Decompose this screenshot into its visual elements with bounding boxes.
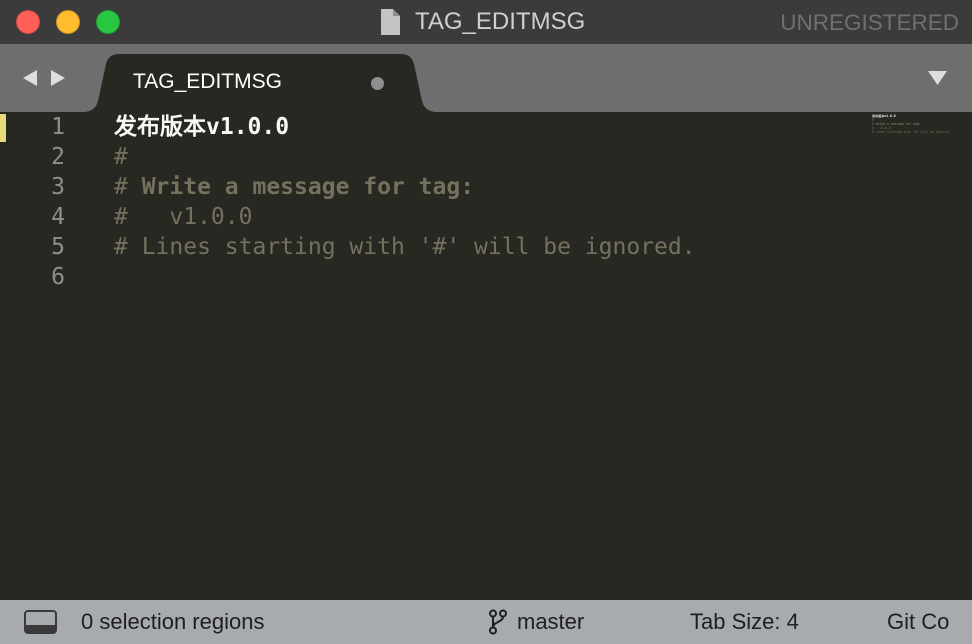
code-line[interactable]: # Lines starting with '#' will be ignore… xyxy=(114,232,696,262)
dot-icon[interactable] xyxy=(371,77,384,90)
code-line[interactable]: # v1.0.0 xyxy=(114,202,696,232)
minimap-code-token: 发布版本v1.0.0 xyxy=(872,114,896,118)
line-number: 1 xyxy=(51,114,65,140)
editor[interactable]: 1 2 3 4 5 6 发布版本v1.0.0 # # Write a messa… xyxy=(0,112,972,600)
minimap[interactable]: 发布版本v1.0.0 # # Write a message for tag: … xyxy=(872,114,960,140)
line-number: 2 xyxy=(51,144,65,170)
code-token: Write a message for tag: xyxy=(141,174,475,200)
line-number: 6 xyxy=(51,264,65,290)
tab-bar: TAG_EDITMSG xyxy=(0,44,972,112)
status-bar: 0 selection regions master Tab Size: 4 G… xyxy=(0,600,972,644)
minimap-code-line xyxy=(872,134,951,138)
tab-size-status[interactable]: Tab Size: 4 xyxy=(690,600,799,644)
git-branch-icon[interactable] xyxy=(487,609,509,635)
minimize-button[interactable] xyxy=(56,10,80,34)
panel-icon[interactable] xyxy=(24,610,57,634)
code-line[interactable]: 发布版本v1.0.0 xyxy=(114,112,696,142)
close-button[interactable] xyxy=(16,10,40,34)
gutter[interactable]: 1 2 3 4 5 6 xyxy=(0,112,65,292)
tab-tag-editmsg[interactable]: TAG_EDITMSG xyxy=(82,54,438,112)
tab-label: TAG_EDITMSG xyxy=(133,70,282,93)
git-branch-status[interactable]: master xyxy=(517,600,584,644)
zoom-button[interactable] xyxy=(96,10,120,34)
code-line[interactable]: # Write a message for tag: xyxy=(114,172,696,202)
editor-window: TAG_EDITMSG UNREGISTERED TAG_EDITMSG 1 2… xyxy=(0,0,972,644)
code-area[interactable]: 发布版本v1.0.0 # # Write a message for tag: … xyxy=(114,112,696,292)
minimap-content: 发布版本v1.0.0 # # Write a message for tag: … xyxy=(872,114,951,138)
triangle-right-icon[interactable] xyxy=(49,69,67,87)
minimap-code-line: # Lines starting with '#' will be ignore… xyxy=(872,130,951,134)
line-number: 3 xyxy=(51,174,65,200)
code-token: # v1.0.0 xyxy=(114,204,253,230)
title-bar[interactable]: TAG_EDITMSG UNREGISTERED xyxy=(0,0,972,44)
line-number: 4 xyxy=(51,204,65,230)
code-line[interactable] xyxy=(114,262,696,292)
code-token: 发布版本v1.0.0 xyxy=(114,114,290,140)
triangle-left-icon[interactable] xyxy=(21,69,39,87)
registration-status: UNREGISTERED xyxy=(780,10,959,35)
window-title: TAG_EDITMSG xyxy=(415,8,586,35)
minimap-code-token: # Lines starting with '#' will be ignore… xyxy=(872,130,951,134)
file-icon xyxy=(381,9,400,35)
selection-status: 0 selection regions xyxy=(81,609,265,634)
triangle-down-icon[interactable] xyxy=(927,70,948,86)
code-line[interactable]: # xyxy=(114,142,696,172)
code-token: # Lines starting with '#' will be ignore… xyxy=(114,234,696,260)
code-token: # xyxy=(114,174,142,200)
code-token: # xyxy=(114,144,128,170)
line-number: 5 xyxy=(51,234,65,260)
syntax-selector[interactable]: Git Co xyxy=(887,600,949,644)
